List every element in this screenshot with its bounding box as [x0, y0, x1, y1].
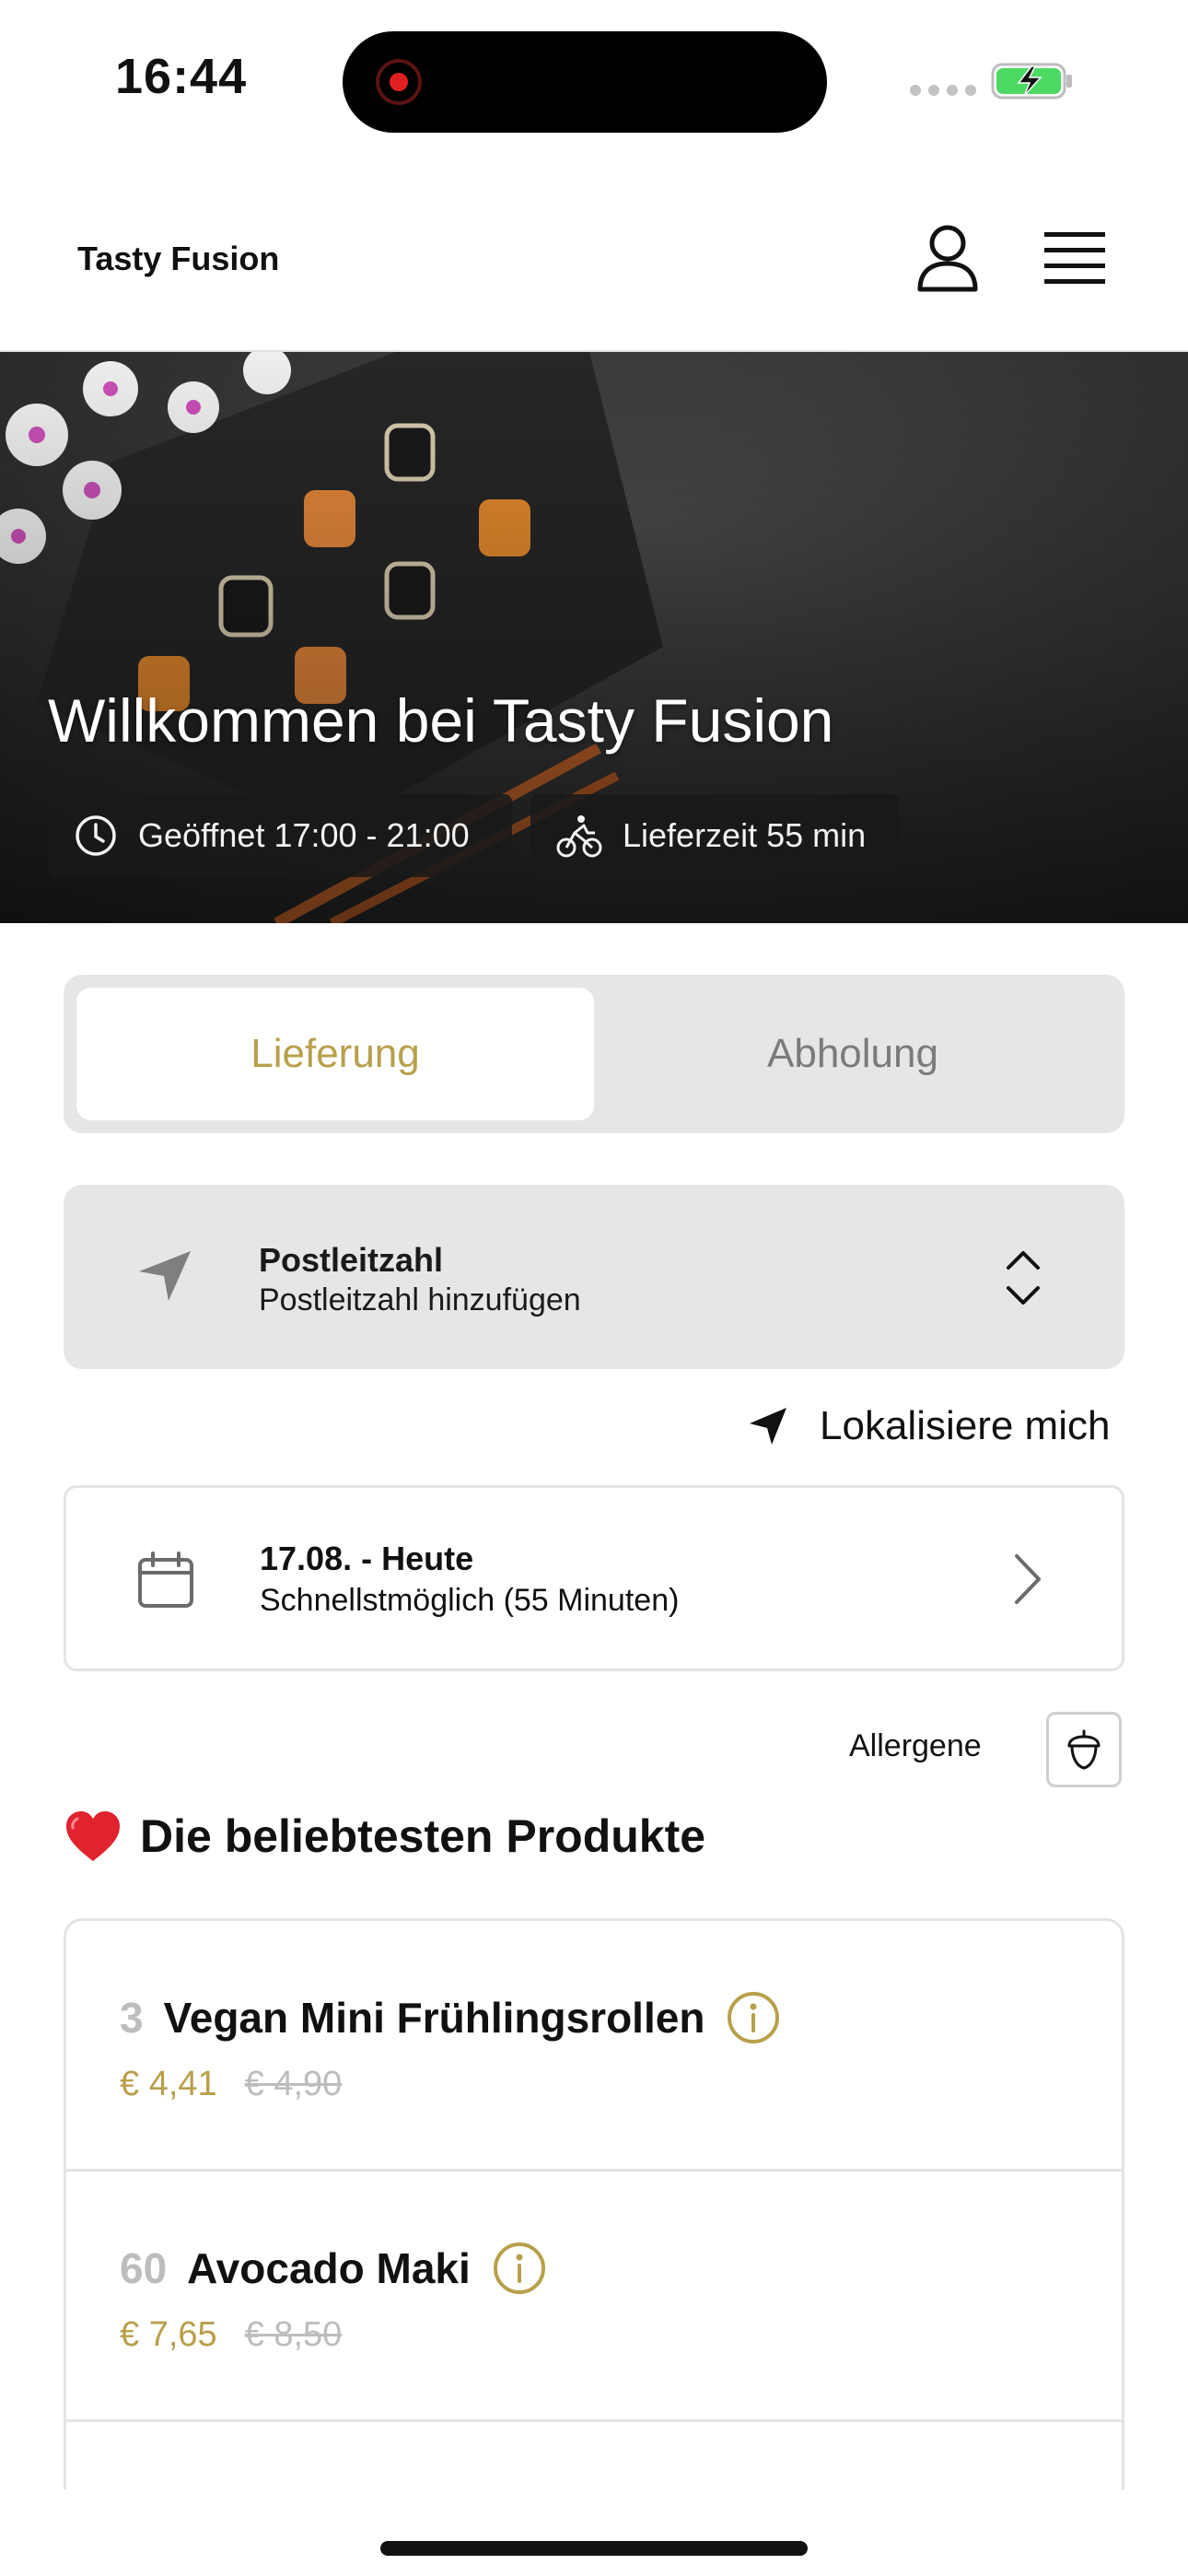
clock-icon	[76, 815, 116, 856]
locate-me-label: Lokalisiere mich	[820, 1403, 1111, 1448]
postal-code-text: Postleitzahl Postleitzahl hinzufügen	[259, 1240, 581, 1319]
location-arrow-icon	[750, 1408, 786, 1445]
product-head: 3 Vegan Mini Frühlingsrollen	[120, 1991, 780, 2044]
battery-charging-icon	[991, 63, 1072, 100]
cellular-signal-icon	[910, 85, 976, 96]
tab-pickup[interactable]: Abholung	[594, 988, 1112, 1120]
product-head: 60 Avocado Maki	[120, 2242, 546, 2295]
home-indicator[interactable]	[380, 2541, 808, 2556]
bicycle-icon	[556, 815, 602, 858]
product-list: 3 Vegan Mini Frühlingsrollen € 4,41 € 4,…	[64, 1918, 1124, 2489]
acorn-icon	[1067, 1729, 1101, 1770]
product-number: 3	[120, 1994, 144, 2042]
postal-code-label: Postleitzahl	[259, 1241, 444, 1279]
postal-code-placeholder: Postleitzahl hinzufügen	[259, 1282, 581, 1317]
order-mode-toggle: Lieferung Abholung	[64, 975, 1124, 1133]
product-old-price: € 4,90	[244, 2065, 343, 2103]
postal-code-selector[interactable]: Postleitzahl Postleitzahl hinzufügen	[64, 1185, 1124, 1369]
product-name: Vegan Mini Frühlingsrollen	[163, 1994, 705, 2042]
app-screen: 16:44 Tasty Fusion Willkommen bei Tasty …	[0, 0, 1188, 2576]
delivery-time-text: 17.08. - Heute Schnellstmöglich (55 Minu…	[260, 1538, 679, 1621]
opening-hours-badge: Geöffnet 17:00 - 21:00	[48, 794, 512, 877]
product-price: € 4,41	[120, 2065, 217, 2103]
info-icon[interactable]	[493, 2242, 546, 2295]
allergens-label: Allergene	[849, 1728, 982, 1763]
brand-name[interactable]: Tasty Fusion	[77, 240, 279, 278]
calendar-icon	[138, 1551, 193, 1608]
recording-indicator-icon	[376, 59, 422, 105]
menu-icon[interactable]	[1044, 230, 1105, 286]
product-number: 60	[120, 2244, 168, 2292]
product-prices: € 7,65 € 8,50	[120, 2315, 342, 2355]
product-prices: € 4,41 € 4,90	[120, 2065, 342, 2104]
user-icon[interactable]	[915, 223, 980, 293]
opening-hours-text: Geöffnet 17:00 - 21:00	[138, 816, 470, 854]
delivery-time-selector[interactable]: 17.08. - Heute Schnellstmöglich (55 Minu…	[64, 1485, 1124, 1671]
tab-delivery[interactable]: Lieferung	[76, 988, 594, 1120]
delivery-time-text: Lieferzeit 55 min	[623, 816, 867, 854]
popular-products-heading: Die beliebtesten Produkte	[64, 1809, 705, 1863]
navigation-arrow-icon	[139, 1251, 191, 1301]
product-item[interactable]: 60 Avocado Maki € 7,65 € 8,50	[66, 2172, 1122, 2422]
delivery-date: 17.08. - Heute	[260, 1540, 474, 1577]
heart-icon	[66, 1811, 120, 1861]
status-time: 16:44	[115, 49, 248, 104]
delivery-time-badge: Lieferzeit 55 min	[530, 794, 899, 877]
hero-banner: Willkommen bei Tasty Fusion Geöffnet 17:…	[0, 352, 1188, 923]
product-item[interactable]: 3 Vegan Mini Frühlingsrollen € 4,41 € 4,…	[66, 1921, 1122, 2172]
locate-me-button[interactable]: Lokalisiere mich	[748, 1399, 1110, 1454]
delivery-slot: Schnellstmöglich (55 Minuten)	[260, 1583, 680, 1618]
chevron-up-down-icon	[1007, 1251, 1040, 1305]
status-bar: 16:44	[0, 0, 1188, 166]
hero-title: Willkommen bei Tasty Fusion	[48, 686, 834, 755]
product-name: Avocado Maki	[187, 2244, 471, 2292]
popular-products-title: Die beliebtesten Produkte	[140, 1810, 706, 1862]
allergens-button[interactable]	[1046, 1712, 1122, 1787]
product-old-price: € 8,50	[244, 2315, 343, 2354]
dynamic-island	[343, 31, 827, 133]
product-price: € 7,65	[120, 2315, 217, 2354]
app-header: Tasty Fusion	[0, 166, 1188, 352]
info-icon[interactable]	[727, 1991, 780, 2044]
chevron-right-icon	[1015, 1554, 1041, 1604]
